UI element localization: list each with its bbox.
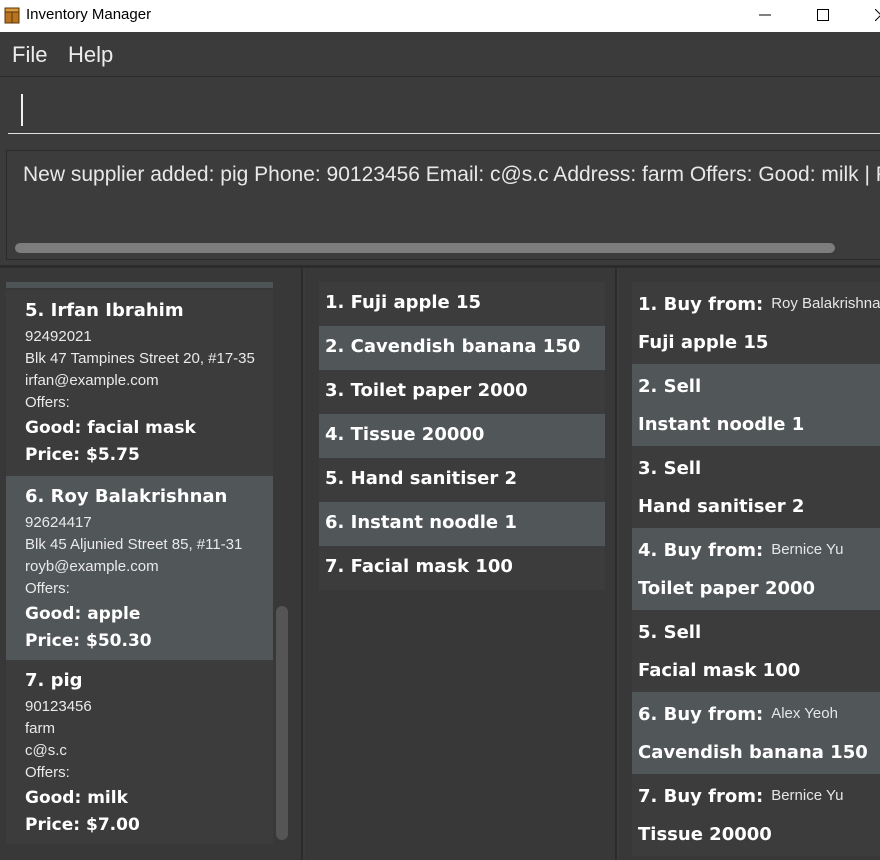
transaction-card[interactable]: 7. Buy from: Bernice Yu Tissue 20000 <box>632 774 880 856</box>
transaction-item: Instant noodle 1 <box>638 414 805 435</box>
supplier-address: Blk 45 Aljunied Street 85, #11-31 <box>25 536 243 553</box>
transaction-card[interactable]: 2. Sell Instant noodle 1 <box>632 364 880 446</box>
supplier-phone: 92492021 <box>25 328 92 345</box>
transaction-type: 5. Sell <box>638 622 702 643</box>
transaction-supplier: Bernice Yu <box>771 787 844 804</box>
goods-label: 6. Instant noodle 1 <box>325 512 517 533</box>
transaction-supplier: Alex Yeoh <box>771 705 838 722</box>
supplier-list-panel: 5. Irfan Ibrahim 92492021 Blk 47 Tampine… <box>0 268 303 860</box>
menu-bar: File Help <box>0 32 880 77</box>
transaction-card[interactable]: 5. Sell Facial mask 100 <box>632 610 880 692</box>
transaction-item: Fuji apple 15 <box>638 332 769 353</box>
transaction-item: Toilet paper 2000 <box>638 578 816 599</box>
supplier-phone: 90123456 <box>25 698 92 715</box>
supplier-price: Price: $7.00 <box>25 815 140 835</box>
supplier-price: Price: $5.75 <box>25 445 140 465</box>
transaction-header: 7. Buy from: Bernice Yu <box>638 786 843 807</box>
goods-list-item[interactable]: 1. Fuji apple 15 <box>319 282 605 326</box>
supplier-email: irfan@example.com <box>25 372 159 389</box>
transaction-card[interactable]: 4. Buy from: Bernice Yu Toilet paper 2000 <box>632 528 880 610</box>
transaction-supplier: Bernice Yu <box>771 541 844 558</box>
close-button[interactable] <box>858 0 880 30</box>
transaction-card[interactable]: 3. Sell Hand sanitiser 2 <box>632 446 880 528</box>
command-input[interactable] <box>8 88 880 134</box>
supplier-name: 6. Roy Balakrishnan <box>25 486 228 507</box>
supplier-name: 5. Irfan Ibrahim <box>25 300 184 321</box>
goods-list-item[interactable]: 5. Hand sanitiser 2 <box>319 458 605 502</box>
transaction-card[interactable]: 1. Buy from: Roy Balakrishnan Fuji apple … <box>632 282 880 364</box>
goods-label: 5. Hand sanitiser 2 <box>325 468 518 489</box>
transaction-card[interactable]: 6. Buy from: Alex Yeoh Cavendish banana 1… <box>632 692 880 774</box>
title-bar: Inventory Manager <box>0 0 880 32</box>
transaction-type: 1. Buy from: <box>638 294 764 315</box>
transaction-item: Hand sanitiser 2 <box>638 496 805 517</box>
supplier-price: Price: $50.30 <box>25 631 152 651</box>
goods-list-panel: 1. Fuji apple 15 2. Cavendish banana 150… <box>305 268 617 860</box>
supplier-card[interactable]: 7. pig 90123456 farm c@s.c Offers: Good:… <box>6 660 273 844</box>
minimize-button[interactable] <box>742 0 788 30</box>
transaction-supplier: Roy Balakrishnan <box>771 295 880 312</box>
supplier-good: Good: facial mask <box>25 418 196 438</box>
transaction-item: Tissue 20000 <box>638 824 772 845</box>
transaction-header: 2. Sell <box>638 376 709 397</box>
goods-label: 1. Fuji apple 15 <box>325 292 482 313</box>
transaction-type: 7. Buy from: <box>638 786 764 807</box>
supplier-list-scrollbar[interactable] <box>276 606 288 840</box>
transaction-header: 1. Buy from: Roy Balakrishnan <box>638 294 880 315</box>
menu-file[interactable]: File <box>12 42 47 68</box>
supplier-card[interactable]: 5. Irfan Ibrahim 92492021 Blk 47 Tampine… <box>6 290 273 476</box>
command-box <box>0 78 880 142</box>
supplier-good: Good: apple <box>25 604 141 624</box>
supplier-offers-label: Offers: <box>25 764 70 781</box>
maximize-button[interactable] <box>800 0 846 30</box>
menu-help[interactable]: Help <box>68 42 113 68</box>
supplier-offers-label: Offers: <box>25 580 70 597</box>
goods-list-item[interactable]: 6. Instant noodle 1 <box>319 502 605 546</box>
supplier-email: royb@example.com <box>25 558 159 575</box>
result-horizontal-scrollbar[interactable] <box>15 243 835 253</box>
supplier-card-selected[interactable]: 6. Roy Balakrishnan 92624417 Blk 45 Alju… <box>6 476 273 660</box>
goods-label: 7. Facial mask 100 <box>325 556 513 577</box>
window-title: Inventory Manager <box>26 6 152 23</box>
result-message: New supplier added: pig Phone: 90123456 … <box>23 163 880 186</box>
supplier-phone: 92624417 <box>25 514 92 531</box>
transaction-header: 6. Buy from: Alex Yeoh <box>638 704 838 725</box>
transaction-list-panel: 1. Buy from: Roy Balakrishnan Fuji apple … <box>619 268 880 860</box>
text-cursor <box>21 94 23 126</box>
transaction-header: 4. Buy from: Bernice Yu <box>638 540 843 561</box>
goods-list-item[interactable]: 4. Tissue 20000 <box>319 414 605 458</box>
goods-label: 2. Cavendish banana 150 <box>325 336 581 357</box>
transaction-type: 6. Buy from: <box>638 704 764 725</box>
transaction-type: 2. Sell <box>638 376 702 397</box>
supplier-good: Good: milk <box>25 788 128 808</box>
maximize-icon <box>817 9 829 21</box>
goods-list-item[interactable]: 7. Facial mask 100 <box>319 546 605 590</box>
transaction-type: 3. Sell <box>638 458 702 479</box>
goods-label: 4. Tissue 20000 <box>325 424 485 445</box>
goods-list-item[interactable]: 3. Toilet paper 2000 <box>319 370 605 414</box>
app-box-icon <box>4 7 20 24</box>
transaction-item: Cavendish banana 150 <box>638 742 868 763</box>
goods-list-item[interactable]: 2. Cavendish banana 150 <box>319 326 605 370</box>
goods-label: 3. Toilet paper 2000 <box>325 380 528 401</box>
supplier-email: c@s.c <box>25 742 67 759</box>
transaction-type: 4. Buy from: <box>638 540 764 561</box>
supplier-offers-label: Offers: <box>25 394 70 411</box>
supplier-card-partial <box>6 282 273 288</box>
supplier-name: 7. pig <box>25 670 83 691</box>
supplier-address: farm <box>25 720 55 737</box>
result-display: New supplier added: pig Phone: 90123456 … <box>6 150 880 260</box>
close-icon <box>875 9 880 21</box>
transaction-item: Facial mask 100 <box>638 660 801 681</box>
minimize-icon <box>759 14 771 16</box>
transaction-header: 5. Sell <box>638 622 709 643</box>
supplier-address: Blk 47 Tampines Street 20, #17-35 <box>25 350 255 367</box>
transaction-header: 3. Sell <box>638 458 709 479</box>
